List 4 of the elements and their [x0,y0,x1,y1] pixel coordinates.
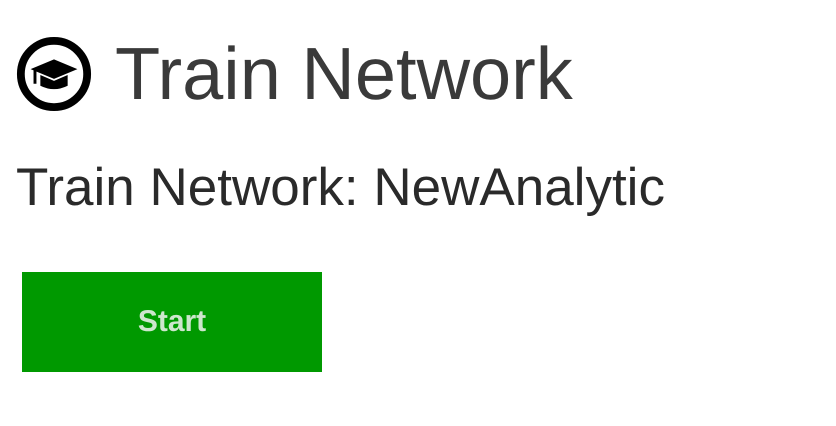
page-title: Train Network [115,37,573,111]
graduation-cap-icon [15,35,93,113]
start-button[interactable]: Start [22,272,322,372]
page-subtitle: Train Network: NewAnalytic [16,161,666,214]
